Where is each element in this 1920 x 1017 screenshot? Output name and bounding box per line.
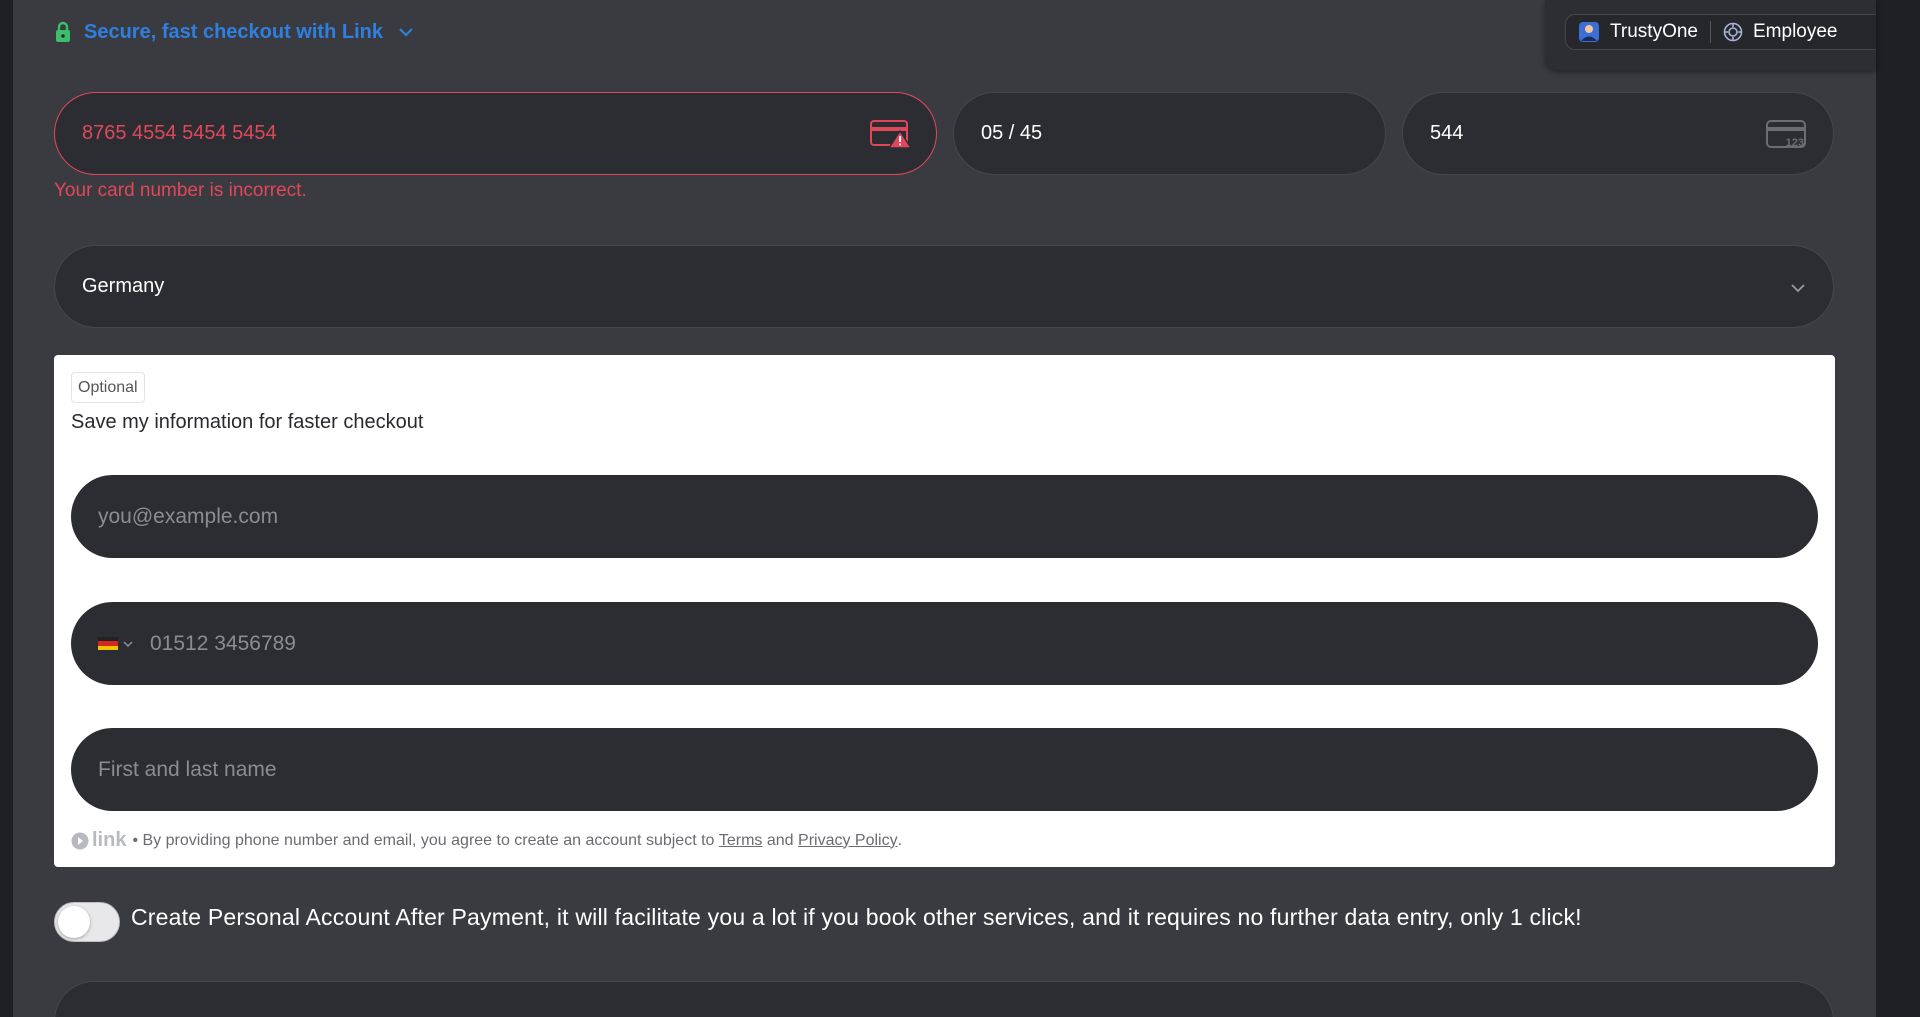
link-checkout-toggle[interactable]: Secure, fast checkout with Link: [54, 14, 415, 50]
card-error-message: Your card number is incorrect.: [54, 180, 307, 201]
link-save-panel: Optional Save my information for faster …: [54, 355, 1835, 867]
phone-placeholder: 01512 3456789: [150, 631, 296, 655]
card-number-value: 8765 4554 5454 5454: [82, 122, 277, 144]
create-account-label: Create Personal Account After Payment, i…: [131, 904, 1582, 930]
name-placeholder: First and last name: [98, 757, 277, 781]
create-account-toggle[interactable]: [54, 902, 120, 942]
divider: [1710, 21, 1711, 43]
country-select[interactable]: Germany: [54, 245, 1834, 328]
app-name: TrustyOne: [1610, 21, 1698, 42]
play-circle-icon: [71, 832, 89, 849]
cvc-card-icon: 123: [1766, 120, 1806, 149]
period: .: [897, 831, 903, 849]
left-edge: [0, 0, 13, 1017]
cvc-value: 544: [1430, 122, 1464, 144]
account-popup: TrustyOne Employee: [1545, 0, 1876, 70]
full-name-field[interactable]: First and last name: [71, 728, 1818, 811]
expiry-value: 05 / 45: [981, 122, 1043, 144]
chevron-down-icon: [1791, 284, 1805, 293]
privacy-policy-link[interactable]: Privacy Policy: [798, 832, 898, 850]
email-field[interactable]: you@example.com: [71, 475, 1818, 558]
country-value: Germany: [82, 275, 165, 297]
right-edge: [1876, 0, 1920, 1017]
terms-text: By providing phone number and email, you…: [138, 831, 719, 849]
terms-link[interactable]: Terms: [719, 832, 763, 850]
and-text: and: [762, 831, 799, 849]
user-role: Employee: [1753, 21, 1838, 42]
card-error-icon: [870, 120, 912, 149]
phone-field[interactable]: 01512 3456789: [71, 602, 1818, 685]
link-logo: link: [71, 829, 126, 852]
save-info-title: Save my information for faster checkout: [71, 411, 424, 433]
expiry-field[interactable]: 05 / 45: [953, 92, 1386, 175]
germany-flag-icon: [98, 637, 118, 650]
account-switcher[interactable]: TrustyOne Employee: [1565, 14, 1876, 50]
chevron-down-icon: [399, 28, 413, 37]
gear-icon: [1723, 22, 1743, 42]
svg-text:123: 123: [1786, 137, 1804, 149]
chevron-down-icon: [123, 640, 133, 647]
lock-icon: [56, 21, 70, 42]
country-code-selector[interactable]: [98, 637, 134, 650]
email-placeholder: you@example.com: [98, 504, 279, 528]
link-logo-text: link: [92, 829, 127, 851]
avatar-icon: [1579, 22, 1599, 42]
link-checkout-label: Secure, fast checkout with Link: [84, 20, 383, 43]
next-field[interactable]: [54, 981, 1834, 1017]
card-number-field[interactable]: 8765 4554 5454 5454: [54, 92, 937, 175]
cvc-field[interactable]: 544 123: [1402, 92, 1834, 175]
toggle-knob: [58, 906, 90, 938]
optional-badge: Optional: [71, 372, 145, 403]
link-terms-note: link • By providing phone number and ema…: [71, 829, 902, 852]
